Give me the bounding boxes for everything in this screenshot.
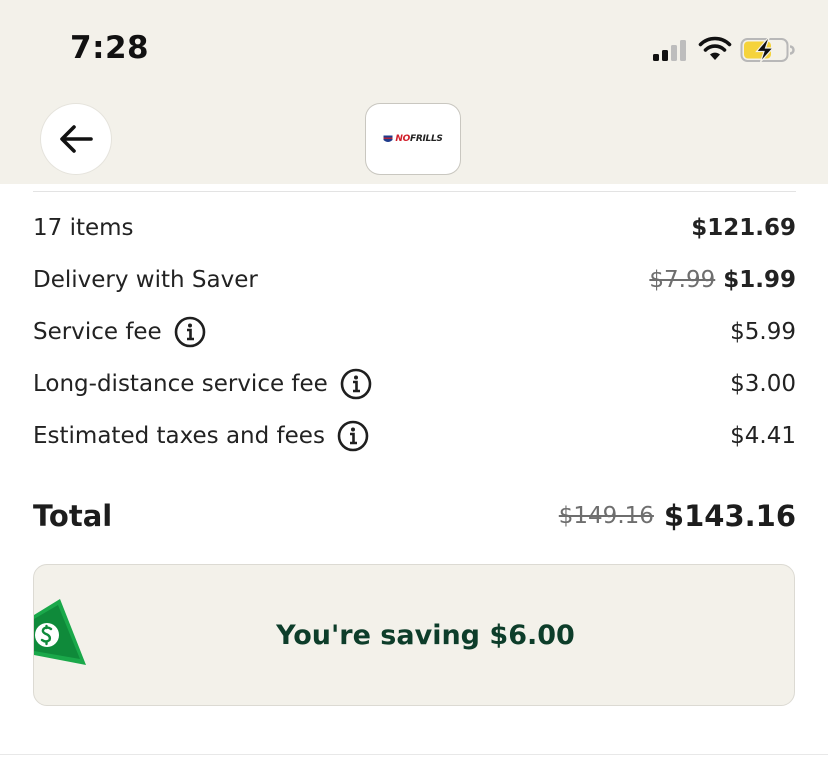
store-logo-text: NOFRILLS	[395, 134, 443, 144]
order-summary-screen: 7:28 NOFRILLS 17 items $121.69 Delivery …	[0, 0, 828, 766]
top-header: 7:28 NOFRILLS	[0, 0, 828, 184]
delivery-value: $1.99	[723, 267, 796, 293]
wifi-icon	[698, 36, 732, 60]
arrow-left-icon	[60, 125, 93, 153]
back-button[interactable]	[41, 104, 111, 174]
long-distance-fee-value: $3.00	[730, 371, 796, 397]
service-fee-row: Service fee $5.99	[33, 312, 796, 352]
shield-icon	[383, 135, 393, 142]
info-icon[interactable]	[337, 420, 369, 452]
items-label: 17 items	[33, 215, 134, 241]
delivery-original-value: $7.99	[649, 267, 716, 293]
store-logo[interactable]: NOFRILLS	[366, 104, 460, 174]
savings-text: You're saving $6.00	[276, 619, 575, 651]
delivery-label: Delivery with Saver	[33, 267, 258, 293]
info-icon[interactable]	[174, 316, 206, 348]
taxes-label: Estimated taxes and fees	[33, 423, 325, 449]
section-divider	[33, 191, 796, 192]
savings-banner: You're saving $6.00	[33, 564, 795, 706]
battery-charging-icon	[740, 37, 795, 63]
long-distance-fee-row: Long-distance service fee $3.00	[33, 364, 796, 404]
taxes-value: $4.41	[730, 423, 796, 449]
taxes-row: Estimated taxes and fees $4.41	[33, 416, 796, 456]
total-row: Total $149.16 $143.16	[33, 494, 796, 538]
total-label: Total	[33, 499, 113, 533]
delivery-row: Delivery with Saver $7.99 $1.99	[33, 260, 796, 300]
items-row: 17 items $121.69	[33, 208, 796, 248]
bottom-divider	[0, 754, 828, 755]
service-fee-value: $5.99	[730, 319, 796, 345]
service-fee-label: Service fee	[33, 319, 162, 345]
long-distance-fee-label: Long-distance service fee	[33, 371, 328, 397]
signal-icon	[653, 40, 686, 61]
status-time: 7:28	[70, 30, 150, 66]
store-logo-mark: NOFRILLS	[383, 134, 443, 144]
total-value: $143.16	[663, 499, 796, 533]
info-icon[interactable]	[340, 368, 372, 400]
items-value: $121.69	[691, 215, 796, 241]
total-original-value: $149.16	[558, 503, 654, 529]
